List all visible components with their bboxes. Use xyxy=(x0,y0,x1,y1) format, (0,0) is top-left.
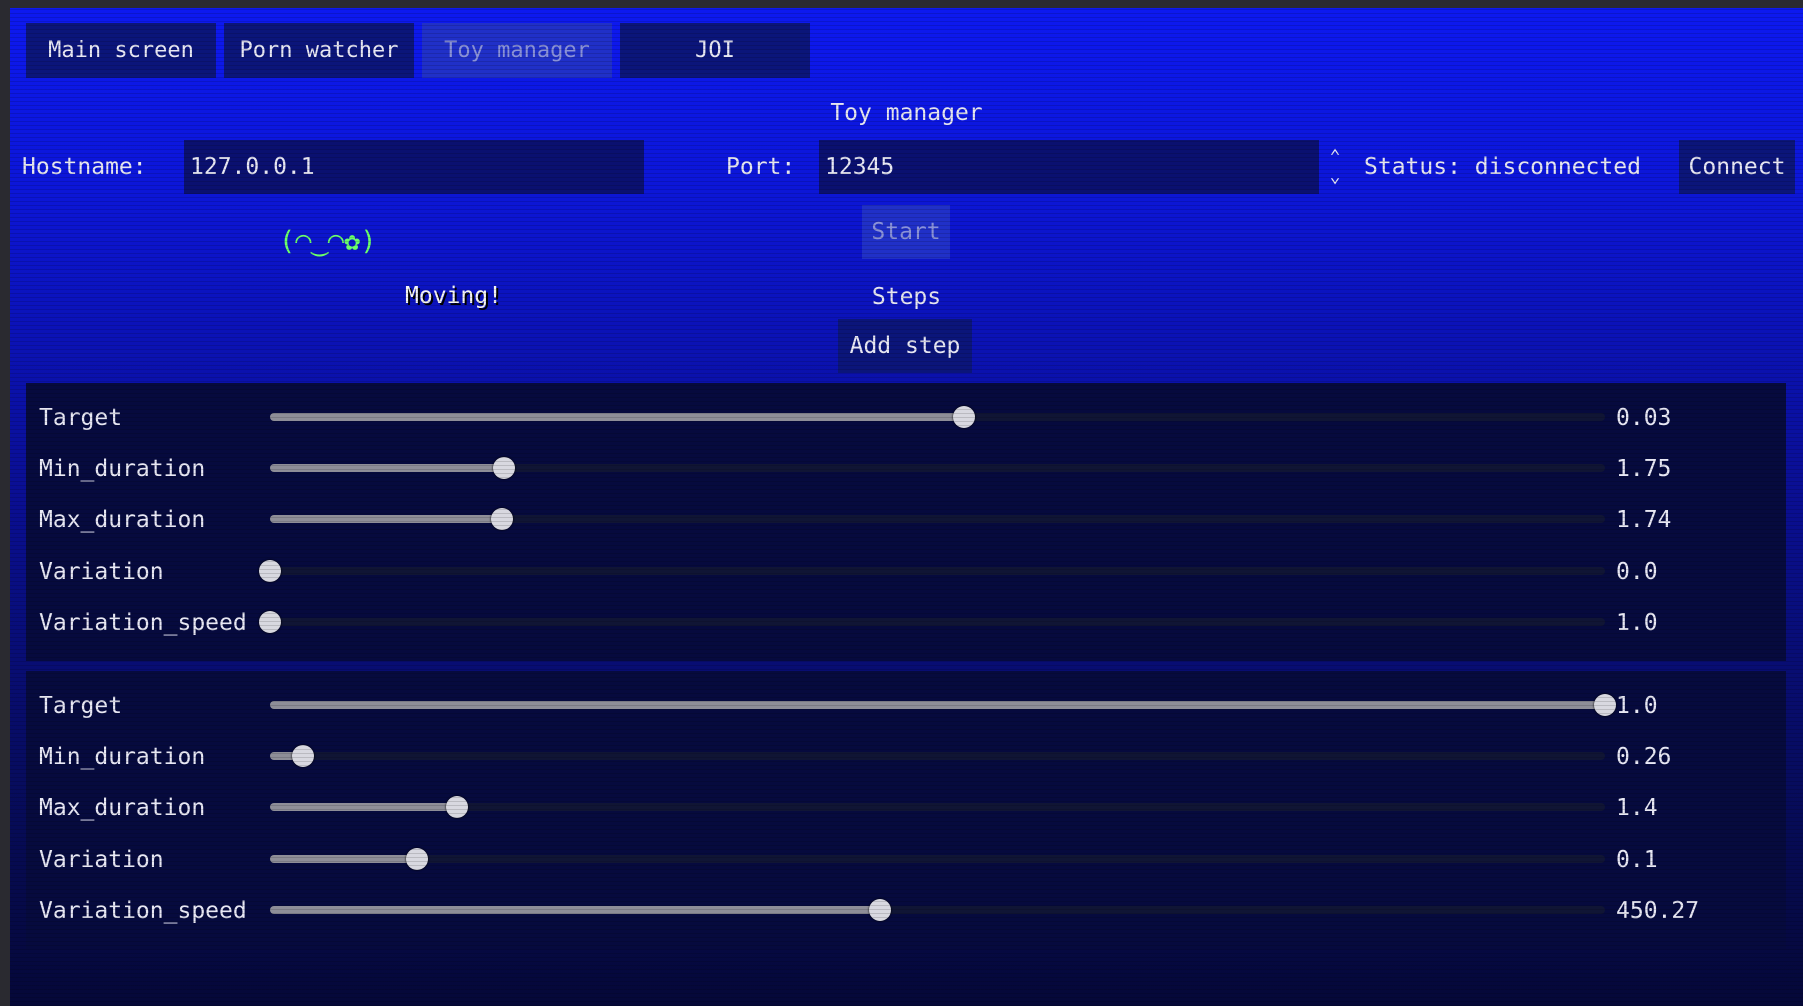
steps-label: Steps xyxy=(871,284,942,310)
slider-label: Variation xyxy=(39,559,164,585)
slider-value: 0.26 xyxy=(1616,744,1672,770)
slider-handle[interactable] xyxy=(405,848,428,870)
slider-label: Max_duration xyxy=(39,507,206,533)
slider-row-min-duration: Min_duration 1.75 xyxy=(26,446,1786,492)
slider-row-min-duration: Min_duration 0.26 xyxy=(26,734,1786,780)
step-panel-2: Target 1.0 Min_duration 0.26 Max_duratio… xyxy=(26,671,1786,949)
tab-joi[interactable]: JOI xyxy=(620,23,810,78)
slider-label: Min_duration xyxy=(39,744,206,770)
slider-track[interactable] xyxy=(270,899,1605,921)
slider-handle[interactable] xyxy=(259,560,281,582)
tab-porn-watcher[interactable]: Porn watcher xyxy=(224,23,414,78)
slider-label: Target xyxy=(39,693,123,719)
slider-value: 0.0 xyxy=(1616,559,1658,585)
port-spinner[interactable]: ⌃ ⌄ xyxy=(1325,143,1345,191)
slider-label: Variation_speed xyxy=(39,610,247,636)
slider-track[interactable] xyxy=(270,796,1605,818)
slider-handle[interactable] xyxy=(953,406,976,428)
slider-row-variation-speed: Variation_speed 450.27 xyxy=(26,888,1786,934)
add-step-button[interactable]: Add step xyxy=(838,319,972,373)
slider-track[interactable] xyxy=(259,560,1605,582)
slider-handle[interactable] xyxy=(1594,694,1616,716)
slider-row-variation: Variation 0.0 xyxy=(26,549,1786,595)
slider-fill xyxy=(270,515,503,523)
slider-track[interactable] xyxy=(270,457,1605,479)
tab-toy-manager[interactable]: Toy manager xyxy=(422,23,612,78)
slider-handle[interactable] xyxy=(491,508,514,530)
slider-row-target: Target 0.03 xyxy=(26,395,1786,441)
status-text: Status: disconnected xyxy=(1364,154,1641,180)
slider-row-variation-speed: Variation_speed 1.0 xyxy=(26,600,1786,646)
page-title: Toy manager xyxy=(830,100,983,126)
slider-label: Target xyxy=(39,405,123,431)
slider-row-variation: Variation 0.1 xyxy=(26,837,1786,883)
slider-label: Variation_speed xyxy=(39,898,247,924)
start-button[interactable]: Start xyxy=(862,205,950,259)
slider-handle[interactable] xyxy=(445,796,468,818)
tab-main-screen[interactable]: Main screen xyxy=(26,23,216,78)
slider-value: 1.0 xyxy=(1616,610,1658,636)
slider-label: Max_duration xyxy=(39,795,206,821)
slider-fill xyxy=(270,906,881,914)
slider-value: 1.75 xyxy=(1616,456,1672,482)
slider-track[interactable] xyxy=(270,848,1605,870)
slider-handle[interactable] xyxy=(292,745,315,767)
slider-row-target: Target 1.0 xyxy=(26,683,1786,729)
slider-track[interactable] xyxy=(270,694,1616,716)
slider-value: 1.74 xyxy=(1616,507,1672,533)
slider-track[interactable] xyxy=(270,745,1605,767)
slider-fill xyxy=(270,464,504,472)
tab-bar: Main screen Porn watcher Toy manager JOI xyxy=(26,23,810,78)
slider-value: 0.03 xyxy=(1616,405,1672,431)
hostname-input[interactable] xyxy=(184,140,644,194)
slider-label: Variation xyxy=(39,847,164,873)
slider-fill xyxy=(270,701,1605,709)
port-label: Port: xyxy=(726,154,796,180)
slider-fill xyxy=(270,413,965,421)
slider-handle[interactable] xyxy=(259,611,281,633)
slider-handle[interactable] xyxy=(492,457,515,479)
slider-track[interactable] xyxy=(259,611,1605,633)
slider-value: 1.4 xyxy=(1616,795,1658,821)
slider-fill xyxy=(270,803,457,811)
slider-track[interactable] xyxy=(270,406,1605,428)
connection-row: Hostname: Port: ⌃ ⌄ Status: disconnected… xyxy=(22,139,1795,195)
slider-handle[interactable] xyxy=(869,899,892,921)
kaomoji-face: (◠‿◠✿) xyxy=(279,226,377,257)
hostname-label: Hostname: xyxy=(22,154,147,180)
step-panel-1: Target 0.03 Min_duration 1.75 Max_durati… xyxy=(26,383,1786,661)
slider-value: 450.27 xyxy=(1616,898,1700,924)
slider-label: Min_duration xyxy=(39,456,206,482)
slider-row-max-duration: Max_duration 1.4 xyxy=(26,785,1786,831)
slider-value: 1.0 xyxy=(1616,693,1658,719)
port-input[interactable] xyxy=(819,140,1319,194)
chevron-up-icon[interactable]: ⌃ xyxy=(1330,147,1341,167)
chevron-down-icon[interactable]: ⌄ xyxy=(1330,167,1341,187)
slider-fill xyxy=(270,855,417,863)
connect-button[interactable]: Connect xyxy=(1679,140,1795,194)
slider-row-max-duration: Max_duration 1.74 xyxy=(26,497,1786,543)
slider-value: 0.1 xyxy=(1616,847,1658,873)
slider-track[interactable] xyxy=(270,508,1605,530)
app-window: Main screen Porn watcher Toy manager JOI… xyxy=(10,8,1803,1006)
